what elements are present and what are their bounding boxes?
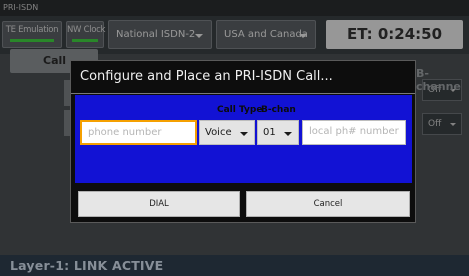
dial-button[interactable]: DIAL <box>78 191 240 217</box>
place-call-dialog: Configure and Place an PRI-ISDN Call... … <box>70 60 416 223</box>
pri-isdn-app: PRI-ISDN TE Emulation NW Clock National … <box>0 0 469 276</box>
local-number-placeholder: local ph# number <box>309 126 399 137</box>
b-chan-value: 01 <box>263 127 276 138</box>
call-type-header: Call Type <box>217 105 263 115</box>
cancel-button-label: Cancel <box>313 199 343 209</box>
cancel-button[interactable]: Cancel <box>246 191 410 217</box>
call-type-select[interactable]: Voice <box>199 120 255 145</box>
phone-number-placeholder: phone number <box>88 127 162 138</box>
b-chan-select[interactable]: 01 <box>257 120 299 145</box>
dialog-divider <box>71 93 415 94</box>
dialog-title: Configure and Place an PRI-ISDN Call... <box>80 69 333 84</box>
phone-number-input[interactable]: phone number <box>80 120 197 145</box>
chevron-down-icon <box>240 132 248 136</box>
dial-button-label: DIAL <box>149 199 169 209</box>
call-settings-panel: Call Type B-chan phone number Voice 01 l… <box>75 95 412 183</box>
call-type-value: Voice <box>205 127 232 138</box>
local-number-input[interactable]: local ph# number <box>302 120 406 145</box>
b-chan-header: B-chan <box>261 105 296 115</box>
chevron-down-icon <box>284 132 292 136</box>
